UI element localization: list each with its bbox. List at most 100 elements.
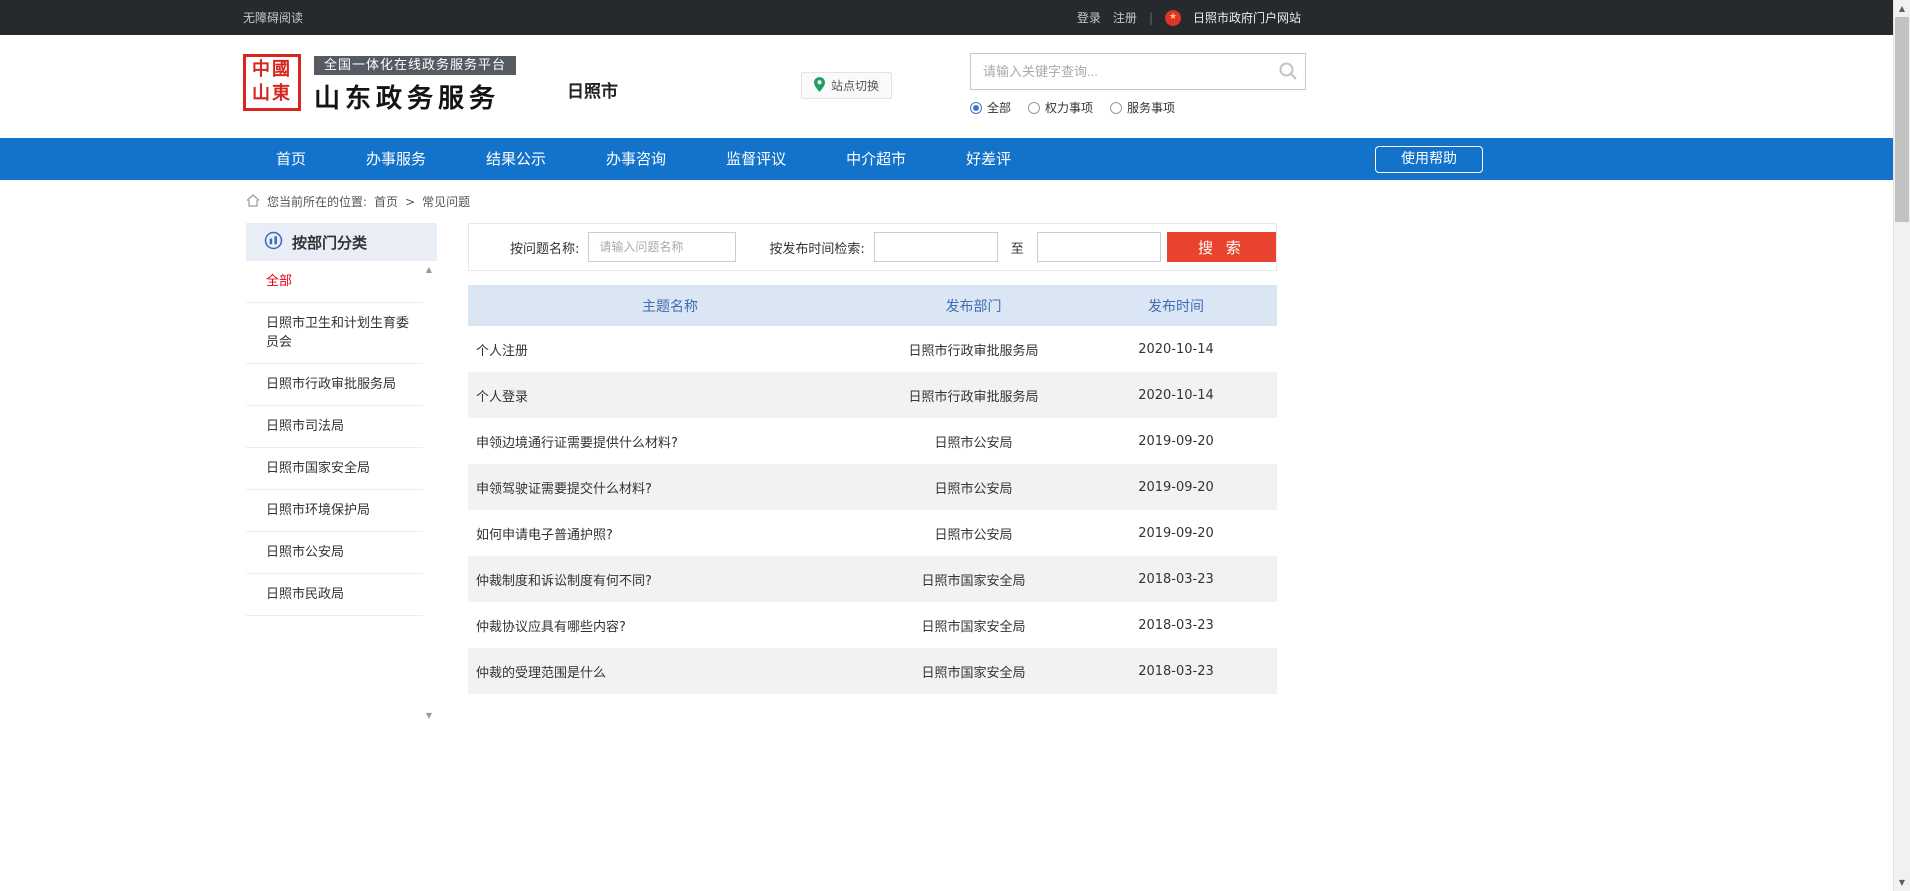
table-row[interactable]: 仲裁制度和诉讼制度有何不同? 日照市国家安全局 2018-03-23 — [468, 556, 1277, 602]
nav-item-home[interactable]: 首页 — [246, 138, 336, 180]
radio-label: 权力事项 — [1045, 99, 1093, 116]
city-name: 日照市 — [567, 77, 618, 102]
radio-option-service-items[interactable]: 服务事项 — [1110, 99, 1175, 116]
department-sidebar: 按部门分类 全部 日照市卫生和计划生育委员会 日照市行政审批服务局 日照市司法局… — [246, 223, 437, 729]
sidebar-item-public-security[interactable]: 日照市公安局 — [246, 532, 423, 574]
search-scope-radios: 全部 权力事项 服务事项 — [970, 99, 1306, 116]
nav-item-rating[interactable]: 好差评 — [936, 138, 1041, 180]
sidebar-item-civil-affairs[interactable]: 日照市民政局 — [246, 574, 423, 616]
scrollbar-up-icon[interactable]: ▲ — [1894, 0, 1910, 17]
radio-dot — [970, 102, 982, 114]
top-utility-bar: 无障碍阅读 登录 注册 | ★ 日照市政府门户网站 — [0, 0, 1910, 35]
table-row[interactable]: 个人登录 日照市行政审批服务局 2020-10-14 — [468, 372, 1277, 418]
sidebar-title: 按部门分类 — [292, 232, 367, 253]
cell-topic[interactable]: 申领驾驶证需要提交什么材料? — [468, 464, 872, 510]
cell-topic[interactable]: 如何申请电子普通护照? — [468, 510, 872, 556]
site-switch-button[interactable]: 站点切换 — [801, 72, 892, 99]
cell-topic[interactable]: 仲裁的受理范围是什么 — [468, 648, 872, 694]
cell-department: 日照市国家安全局 — [872, 648, 1075, 694]
cell-date: 2018-03-23 — [1075, 648, 1277, 694]
topbar-account-area: 登录 注册 | ★ 日照市政府门户网站 — [1077, 9, 1301, 26]
cell-date: 2020-10-14 — [1075, 372, 1277, 418]
cell-date: 2019-09-20 — [1075, 464, 1277, 510]
name-filter-label: 按问题名称: — [510, 238, 579, 257]
scrollbar-thumb[interactable] — [1895, 17, 1909, 222]
cell-topic[interactable]: 申领边境通行证需要提供什么材料? — [468, 418, 872, 464]
platform-badge: 全国一体化在线政务服务平台 — [314, 56, 516, 75]
header-date: 发布时间 — [1075, 285, 1277, 326]
national-emblem-icon: ★ — [1165, 10, 1181, 26]
radio-label: 全部 — [987, 99, 1011, 116]
cell-department: 日照市国家安全局 — [872, 556, 1075, 602]
register-link[interactable]: 注册 — [1113, 9, 1137, 26]
home-icon — [246, 194, 260, 210]
login-link[interactable]: 登录 — [1077, 9, 1101, 26]
filter-search-button[interactable]: 搜 索 — [1167, 232, 1276, 262]
cell-topic[interactable]: 仲裁协议应具有哪些内容? — [468, 602, 872, 648]
table-header-row: 主题名称 发布部门 发布时间 — [468, 285, 1277, 326]
nav-item-intermediary[interactable]: 中介超市 — [816, 138, 936, 180]
sidebar-item-admin-approval[interactable]: 日照市行政审批服务局 — [246, 364, 423, 406]
sidebar-item-environment[interactable]: 日照市环境保护局 — [246, 490, 423, 532]
cell-department: 日照市公安局 — [872, 510, 1075, 556]
faq-table: 主题名称 发布部门 发布时间 个人注册 日照市行政审批服务局 2020-10-1… — [468, 285, 1277, 694]
help-button[interactable]: 使用帮助 — [1375, 146, 1483, 173]
table-row[interactable]: 如何申请电子普通护照? 日照市公安局 2019-09-20 — [468, 510, 1277, 556]
header-search-area: 全部 权力事项 服务事项 — [970, 53, 1306, 116]
cell-date: 2019-09-20 — [1075, 510, 1277, 556]
date-to-input[interactable] — [1037, 232, 1161, 262]
header-department: 发布部门 — [872, 285, 1075, 326]
nav-item-supervision[interactable]: 监督评议 — [696, 138, 816, 180]
main-nav: 首页 办事服务 结果公示 办事咨询 监督评议 中介超市 好差评 使用帮助 — [0, 138, 1910, 180]
cell-department: 日照市公安局 — [872, 464, 1075, 510]
main-panel: 按问题名称: 按发布时间检索: 至 搜 索 主题名称 发布部门 发布时间 个人注… — [468, 223, 1277, 694]
scrollbar-down-icon[interactable]: ▼ — [1894, 874, 1910, 891]
table-row[interactable]: 仲裁协议应具有哪些内容? 日照市国家安全局 2018-03-23 — [468, 602, 1277, 648]
nav-item-services[interactable]: 办事服务 — [336, 138, 456, 180]
breadcrumb-current: 常见问题 — [422, 193, 470, 210]
site-logo[interactable]: 中國山東 全国一体化在线政务服务平台 山东政务服务 — [243, 54, 516, 115]
cell-date: 2018-03-23 — [1075, 556, 1277, 602]
sidebar-item-justice[interactable]: 日照市司法局 — [246, 406, 423, 448]
breadcrumb-separator: > — [405, 195, 415, 209]
cell-date: 2019-09-20 — [1075, 418, 1277, 464]
cell-topic[interactable]: 个人登录 — [468, 372, 872, 418]
department-list: 全部 日照市卫生和计划生育委员会 日照市行政审批服务局 日照市司法局 日照市国家… — [246, 261, 437, 616]
breadcrumb-home-link[interactable]: 首页 — [374, 193, 398, 210]
date-from-input[interactable] — [874, 232, 998, 262]
cell-date: 2020-10-14 — [1075, 326, 1277, 372]
sidebar-item-all[interactable]: 全部 — [246, 261, 423, 303]
radio-label: 服务事项 — [1127, 99, 1175, 116]
table-row[interactable]: 个人注册 日照市行政审批服务局 2020-10-14 — [468, 326, 1277, 372]
search-icon[interactable] — [1278, 61, 1298, 81]
sidebar-scrollbar[interactable]: ▲ ▼ — [424, 265, 434, 721]
breadcrumb-prefix: 您当前所在的位置: — [267, 193, 367, 210]
department-category-icon — [264, 231, 283, 254]
scroll-up-icon[interactable]: ▲ — [424, 265, 434, 275]
cell-department: 日照市国家安全局 — [872, 602, 1075, 648]
nav-item-results[interactable]: 结果公示 — [456, 138, 576, 180]
logo-text-block: 全国一体化在线政务服务平台 山东政务服务 — [314, 54, 516, 115]
cell-topic[interactable]: 个人注册 — [468, 326, 872, 372]
radio-option-all[interactable]: 全部 — [970, 99, 1011, 116]
nav-item-consult[interactable]: 办事咨询 — [576, 138, 696, 180]
site-switch-label: 站点切换 — [831, 77, 879, 94]
sidebar-item-state-security[interactable]: 日照市国家安全局 — [246, 448, 423, 490]
scroll-down-icon[interactable]: ▼ — [424, 711, 434, 721]
table-row[interactable]: 仲裁的受理范围是什么 日照市国家安全局 2018-03-23 — [468, 648, 1277, 694]
table-row[interactable]: 申领边境通行证需要提供什么材料? 日照市公安局 2019-09-20 — [468, 418, 1277, 464]
question-name-input[interactable] — [588, 232, 736, 262]
cell-topic[interactable]: 仲裁制度和诉讼制度有何不同? — [468, 556, 872, 602]
breadcrumb: 您当前所在的位置: 首页 > 常见问题 — [246, 193, 1910, 210]
cell-department: 日照市行政审批服务局 — [872, 372, 1075, 418]
topbar-divider: | — [1149, 11, 1153, 25]
cell-date: 2018-03-23 — [1075, 602, 1277, 648]
keyword-search-input[interactable] — [970, 53, 1306, 90]
accessibility-link[interactable]: 无障碍阅读 — [243, 9, 303, 26]
portal-site-link[interactable]: 日照市政府门户网站 — [1193, 9, 1301, 26]
browser-scrollbar[interactable]: ▲ ▼ — [1893, 0, 1910, 891]
sidebar-item-health-commission[interactable]: 日照市卫生和计划生育委员会 — [246, 303, 423, 364]
shandong-seal-icon: 中國山東 — [243, 54, 301, 111]
table-row[interactable]: 申领驾驶证需要提交什么材料? 日照市公安局 2019-09-20 — [468, 464, 1277, 510]
radio-option-power-items[interactable]: 权力事项 — [1028, 99, 1093, 116]
